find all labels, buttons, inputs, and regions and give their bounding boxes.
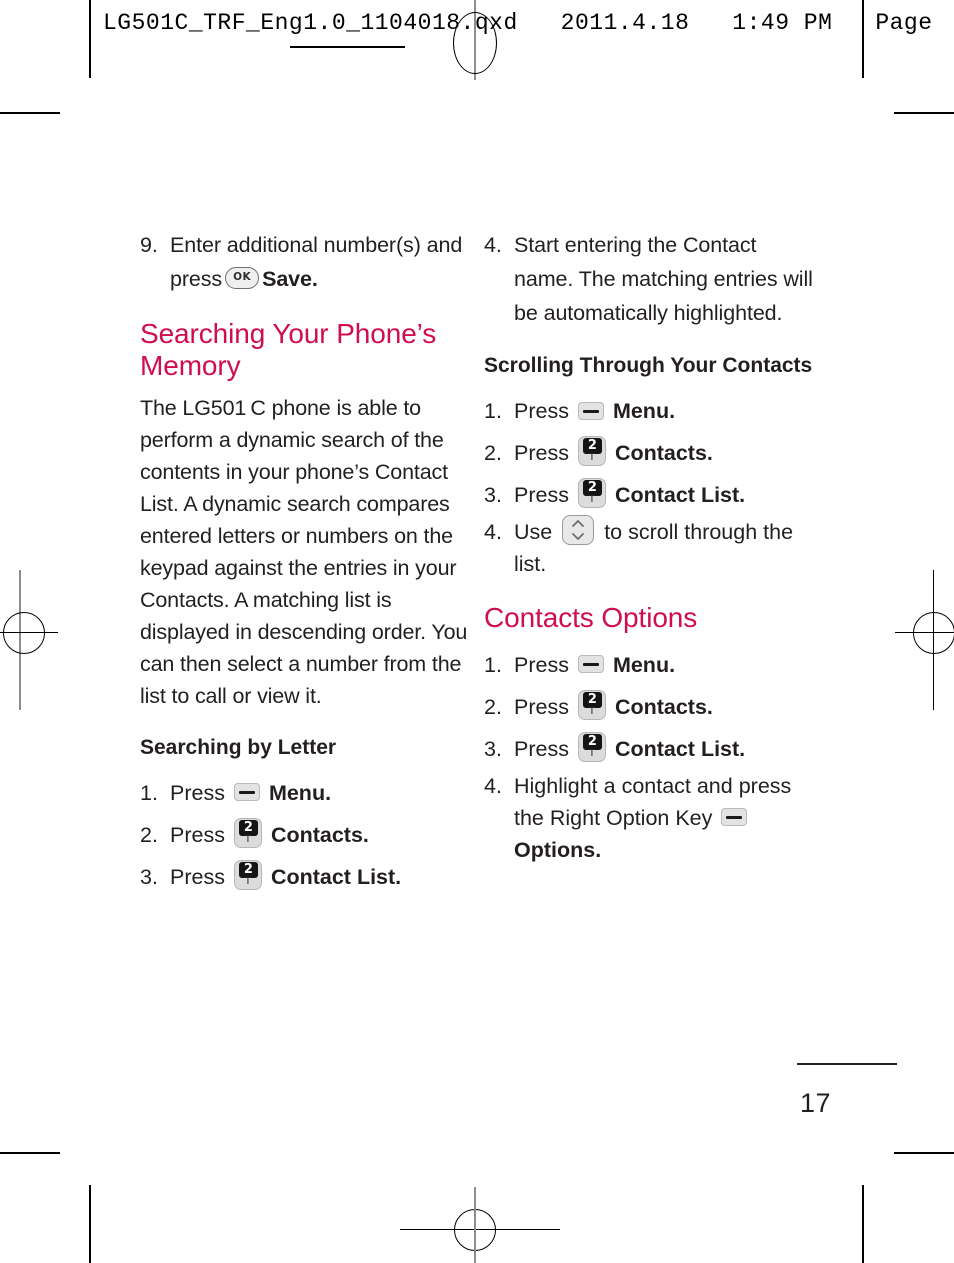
step-number: 1.	[140, 780, 158, 805]
step-action-label: Contact List.	[270, 864, 402, 889]
step-number: 3.	[140, 864, 158, 889]
number-2-key-sublabel: T	[244, 833, 251, 845]
step-4-start-entering-contact: 4. Start entering the Contact name. The …	[484, 228, 814, 330]
right-column: 4. Start entering the Contact name. The …	[484, 228, 814, 866]
step-action-label: Contact List.	[614, 482, 746, 507]
step-verb: Use	[514, 519, 553, 544]
step-number: 2.	[140, 822, 158, 847]
scroll-up-down-key-icon	[562, 515, 595, 546]
step-number: 2.	[484, 440, 502, 465]
step-verb: Press	[170, 864, 225, 889]
step-number: 1.	[484, 652, 502, 677]
left-column: 9. Enter additional number(s) and press O…	[140, 228, 470, 898]
step-9-enter-additional-numbers: 9. Enter additional number(s) and press O…	[140, 228, 470, 296]
soft-key-icon	[577, 655, 604, 674]
number-2-key-icon: 2 T	[233, 817, 262, 848]
list-item: 2. Press 2 T Contacts.	[484, 686, 814, 728]
step-verb: Press	[170, 822, 225, 847]
step-action-label: Options.	[514, 837, 602, 862]
number-2-key-sublabel: T	[588, 452, 595, 464]
subheading-scrolling-through-your-contacts: Scrolling Through Your Contacts	[484, 354, 813, 377]
soft-key-dash-icon	[726, 816, 743, 820]
step-verb: Press	[514, 694, 569, 719]
number-2-key-sublabel: T	[244, 875, 251, 887]
list-item: 2. Press 2 T Contacts.	[140, 814, 470, 856]
step-action-label: Contacts.	[614, 440, 713, 465]
contacts-options-steps: 1. Press Menu. 2. Press 2 T Contacts. 3.…	[484, 644, 814, 866]
step-verb: Press	[514, 398, 569, 423]
subheading-searching-by-letter: Searching by Letter	[140, 735, 337, 759]
searching-memory-paragraph: The LG501 C phone is able to perform a d…	[140, 395, 468, 708]
step-action-label: Save.	[262, 267, 318, 291]
number-2-key-sublabel: T	[588, 747, 595, 759]
step-verb: Press	[514, 482, 569, 507]
number-2-key-icon: 2 T	[577, 478, 606, 509]
number-2-key-icon: 2 T	[577, 689, 606, 720]
searching-by-letter-steps: 1. Press Menu. 2. Press 2 T Contacts. 3.…	[140, 772, 470, 898]
list-item: 4. Highlight a contact and press the Rig…	[484, 770, 814, 866]
soft-key-dash-icon	[238, 791, 255, 795]
step-verb: Press	[170, 780, 225, 805]
step-action-label: Contacts.	[270, 822, 369, 847]
list-item: 1. Press Menu.	[484, 390, 814, 432]
step-text: Highlight a contact and press the Right …	[514, 773, 792, 830]
step-action-label: Contact List.	[614, 736, 746, 761]
ok-key-icon: OK	[225, 267, 260, 290]
list-item: 3. Press 2 T Contact List.	[484, 728, 814, 770]
step-number: 3.	[484, 736, 502, 761]
step-number: 2.	[484, 694, 502, 719]
number-2-key-icon: 2 T	[233, 859, 262, 890]
step-number: 1.	[484, 398, 502, 423]
list-item: 1. Press Menu.	[484, 644, 814, 686]
step-verb: Press	[514, 652, 569, 677]
section-heading-contacts-options: Contacts Options	[484, 601, 698, 633]
step-action-label: Contacts.	[614, 694, 713, 719]
soft-key-dash-icon	[582, 409, 599, 413]
page-content: 9. Enter additional number(s) and press O…	[0, 0, 954, 1263]
soft-key-icon	[233, 783, 260, 802]
soft-key-icon	[577, 401, 604, 420]
number-2-key-sublabel: T	[588, 494, 595, 506]
step-verb: Press	[514, 736, 569, 761]
step-action-label: Menu.	[268, 780, 332, 805]
step-text: to scroll through the list.	[514, 519, 794, 576]
list-item: 3. Press 2 T Contact List.	[484, 474, 814, 516]
scrolling-steps: 1. Press Menu. 2. Press 2 T Contacts. 3.…	[484, 390, 814, 580]
list-item: 2. Press 2 T Contacts.	[484, 432, 814, 474]
step-number: 4.	[484, 519, 502, 544]
soft-key-dash-icon	[582, 663, 599, 667]
step-number: 4.	[484, 233, 502, 257]
list-item: 4. Use to scroll through the list.	[484, 515, 814, 580]
step-verb: Press	[514, 440, 569, 465]
step-action-label: Menu.	[612, 652, 676, 677]
step-action-label: Menu.	[612, 398, 676, 423]
step-number: 3.	[484, 482, 502, 507]
step-number: 9.	[140, 233, 158, 257]
step-text: Start entering the Contact name. The mat…	[514, 233, 813, 325]
page-number: 17	[800, 1088, 832, 1118]
list-item: 1. Press Menu.	[140, 772, 470, 814]
list-item: 3. Press 2 T Contact List.	[140, 856, 470, 898]
number-2-key-icon: 2 T	[577, 731, 606, 762]
number-2-key-icon: 2 T	[577, 436, 606, 467]
number-2-key-sublabel: T	[588, 705, 595, 717]
step-number: 4.	[484, 773, 502, 798]
footer-rule	[797, 1063, 897, 1065]
soft-key-icon	[721, 808, 748, 827]
section-heading-searching-your-phones-memory: Searching Your Phone’s Memory	[140, 318, 437, 381]
